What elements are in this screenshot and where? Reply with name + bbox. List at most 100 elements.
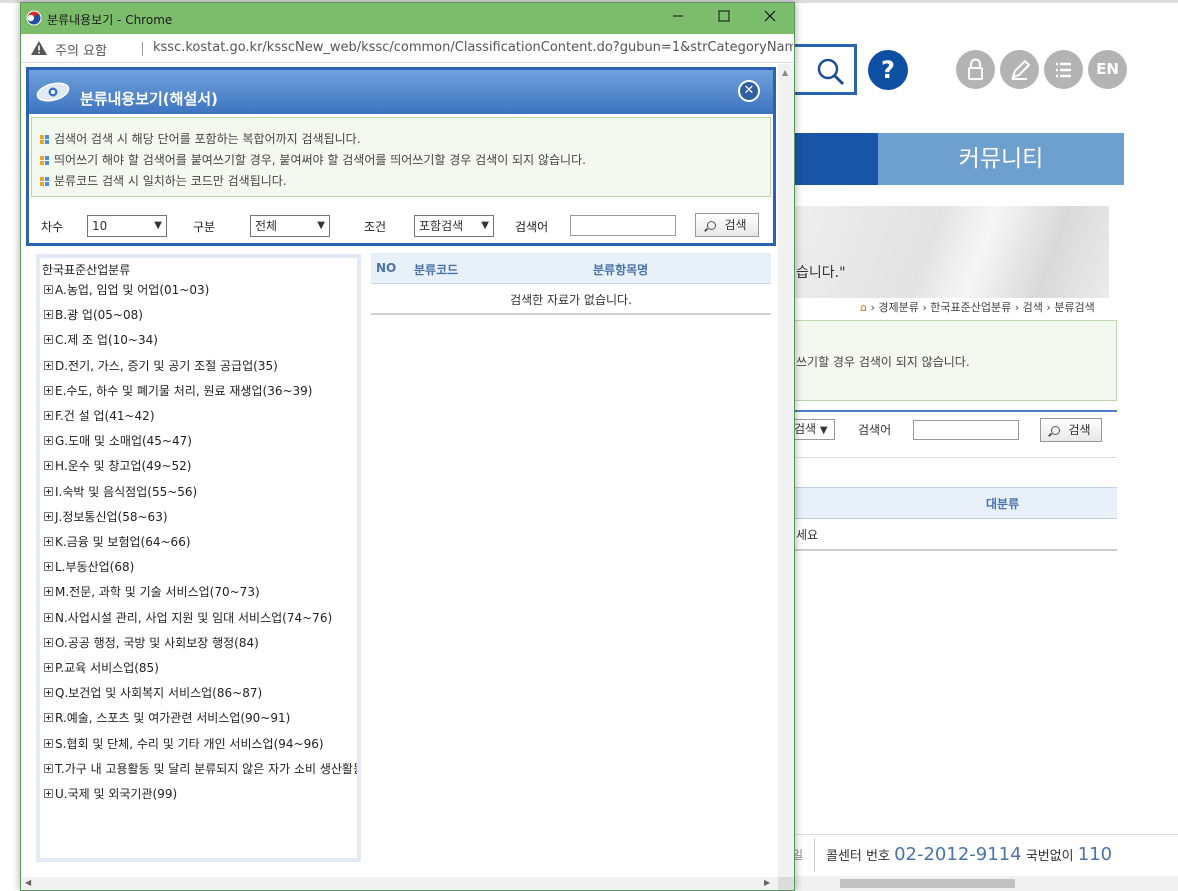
breadcrumb-item[interactable]: 분류검색 xyxy=(1054,301,1094,314)
expand-icon[interactable] xyxy=(44,789,53,798)
list-icon[interactable] xyxy=(1044,50,1083,89)
breadcrumb-item[interactable]: 경제분류 xyxy=(878,301,918,314)
tree-node[interactable]: T.가구 내 고용활동 및 달리 분류되지 않은 자가 소비 생산활동(97~9… xyxy=(44,760,357,777)
scroll-right-icon[interactable]: ▶ xyxy=(764,878,770,887)
tree-node[interactable]: M.전문, 과학 및 기술 서비스업(70~73) xyxy=(44,583,260,600)
tree-node[interactable]: S.협회 및 단체, 수리 및 기타 개인 서비스업(94~96) xyxy=(44,735,324,752)
keyword-input[interactable] xyxy=(913,420,1019,440)
condition-value: 검색 xyxy=(794,422,817,436)
keyword-input[interactable] xyxy=(570,215,676,236)
security-warning-label[interactable]: 주의 요함 xyxy=(55,40,107,59)
tree-node[interactable]: F.건 설 업(41~42) xyxy=(44,407,155,424)
scrollbar-thumb[interactable] xyxy=(840,879,1015,888)
tree-node[interactable]: G.도매 및 소매업(45~47) xyxy=(44,432,192,449)
tree-node[interactable]: H.운수 및 창고업(49~52) xyxy=(44,457,191,474)
expand-icon[interactable] xyxy=(44,663,53,672)
bullet-icon xyxy=(40,135,49,144)
condition-select[interactable]: 검색 ▼ xyxy=(790,419,835,440)
close-button[interactable] xyxy=(747,3,793,34)
url-text[interactable]: kssc.kostat.go.kr/ksscNew_web/kssc/commo… xyxy=(153,40,793,55)
window-title: 분류내용보기 - Chrome xyxy=(47,13,173,27)
breadcrumb-item[interactable]: 한국표준산업분류 xyxy=(930,301,1011,314)
scroll-left-icon[interactable]: ◀ xyxy=(25,878,31,887)
expand-icon[interactable] xyxy=(44,310,53,320)
breadcrumb-item[interactable]: 검색 xyxy=(1023,301,1043,314)
maximize-button[interactable] xyxy=(701,3,747,34)
tree-node[interactable]: Q.보건업 및 사회복지 서비스업(86~87) xyxy=(44,684,262,701)
close-icon xyxy=(764,10,776,22)
tree-root[interactable]: 한국표준산업분류 xyxy=(42,261,130,278)
tree-node[interactable]: B.광 업(05~08) xyxy=(44,306,143,323)
tree-node[interactable]: J.정보통신업(58~63) xyxy=(44,508,168,525)
search-icon[interactable] xyxy=(816,57,846,87)
tree-node-label: P.교육 서비스업(85) xyxy=(55,661,159,675)
expand-icon[interactable] xyxy=(44,738,53,748)
language-toggle[interactable]: EN xyxy=(1088,50,1127,89)
edition-select[interactable]: 10 ▼ xyxy=(87,215,167,237)
expand-icon[interactable] xyxy=(44,511,53,521)
tree-node[interactable]: L.부동산업(68) xyxy=(44,558,134,575)
minimize-button[interactable] xyxy=(655,3,701,34)
tree-node-label: L.부동산업(68) xyxy=(55,560,135,575)
notice-text: 분류코드 검색 시 일치하는 코드만 검색됩니다. xyxy=(54,174,287,188)
home-icon[interactable]: ⌂ xyxy=(860,301,867,314)
tree-node[interactable]: R.예술, 스포츠 및 여가관련 서비스업(90~91) xyxy=(44,709,290,726)
tree-node[interactable]: I.숙박 및 음식점업(55~56) xyxy=(44,483,197,500)
notice-line: 분류코드 검색 시 일치하는 코드만 검색됩니다. xyxy=(40,172,287,189)
tree-node[interactable]: U.국제 및 외국기관(99) xyxy=(44,785,177,802)
expand-icon[interactable] xyxy=(44,688,53,698)
tree-node[interactable]: A.농업, 임업 및 어업(01~03) xyxy=(44,281,209,298)
notice-text: 검색어 검색 시 해당 단어를 포함하는 복합어까지 검색됩니다. xyxy=(54,132,361,146)
tree-node-label: C.제 조 업(10~34) xyxy=(55,333,158,348)
expand-icon[interactable] xyxy=(44,587,53,597)
expand-icon[interactable] xyxy=(44,385,53,395)
tree-node[interactable]: D.전기, 가스, 증기 및 공기 조절 공급업(35) xyxy=(44,357,278,374)
chevron-down-icon: ▼ xyxy=(481,220,489,231)
expand-icon[interactable] xyxy=(44,461,53,471)
nav-community[interactable]: 커뮤니티 xyxy=(878,133,1124,185)
tree-node[interactable]: C.제 조 업(10~34) xyxy=(44,331,158,348)
warning-icon[interactable] xyxy=(31,41,47,55)
expand-icon[interactable] xyxy=(44,486,53,496)
horizontal-scrollbar[interactable]: ◀ ▶ xyxy=(21,877,778,890)
expand-icon[interactable] xyxy=(44,360,53,370)
edit-icon[interactable] xyxy=(1000,50,1039,89)
type-select[interactable]: 전체 ▼ xyxy=(250,215,330,237)
expand-icon[interactable] xyxy=(44,335,53,345)
window-titlebar[interactable]: 분류내용보기 - Chrome xyxy=(21,3,794,34)
panel-close-icon[interactable]: ✕ xyxy=(738,80,760,102)
page-horizontal-scrollbar[interactable] xyxy=(780,876,1178,891)
address-bar[interactable]: 주의 요함 kssc.kostat.go.kr/ksscNew_web/kssc… xyxy=(21,34,794,63)
search-button[interactable]: 검색 xyxy=(695,213,759,237)
expand-icon[interactable] xyxy=(44,612,53,622)
tree-node[interactable]: E.수도, 하수 및 폐기물 처리, 원료 재생업(36~39) xyxy=(44,382,312,399)
tree-node-label: Q.보건업 및 사회복지 서비스업(86~87) xyxy=(55,686,263,701)
tree-node[interactable]: K.금융 및 보험업(64~66) xyxy=(44,533,191,550)
expand-icon[interactable] xyxy=(44,285,53,294)
tree-node-label: T.가구 내 고용활동 및 달리 분류되지 않은 자가 소비 생산활동(97~9… xyxy=(55,761,357,776)
col-code: 분류코드 xyxy=(414,263,459,277)
edition-label: 차수 xyxy=(41,220,64,234)
expand-icon[interactable] xyxy=(44,436,53,446)
condition-select[interactable]: 포함검색 ▼ xyxy=(414,215,494,237)
short-number: 110 xyxy=(1077,844,1113,865)
expand-icon[interactable] xyxy=(44,411,53,420)
expand-icon[interactable] xyxy=(44,637,53,647)
expand-icon[interactable] xyxy=(44,713,53,723)
help-icon[interactable]: ? xyxy=(868,50,908,90)
tree-node-label: U.국제 및 외국기관(99) xyxy=(55,787,178,801)
lock-icon[interactable] xyxy=(956,50,995,89)
expand-icon[interactable] xyxy=(44,537,53,546)
no-area-code-label: 국번없이 xyxy=(1025,849,1074,864)
tree-node-label: E.수도, 하수 및 폐기물 처리, 원료 재생업(36~39) xyxy=(55,383,313,398)
tree-node[interactable]: O.공공 행정, 국방 및 사회보장 행정(84) xyxy=(44,634,259,651)
tree-node[interactable]: N.사업시설 관리, 사업 지원 및 임대 서비스업(74~76) xyxy=(44,609,332,626)
vertical-scrollbar[interactable]: ▲ xyxy=(778,64,794,877)
call-center: 콜센터 번호 02-2012-9114 국번없이 110 xyxy=(826,844,1112,865)
scroll-up-icon[interactable]: ▲ xyxy=(782,68,788,77)
expand-icon[interactable] xyxy=(44,763,53,773)
tree-node[interactable]: P.교육 서비스업(85) xyxy=(44,659,159,676)
search-button[interactable]: 검색 xyxy=(1040,418,1102,442)
expand-icon[interactable] xyxy=(44,562,53,572)
keyword-label: 검색어 xyxy=(858,423,892,437)
